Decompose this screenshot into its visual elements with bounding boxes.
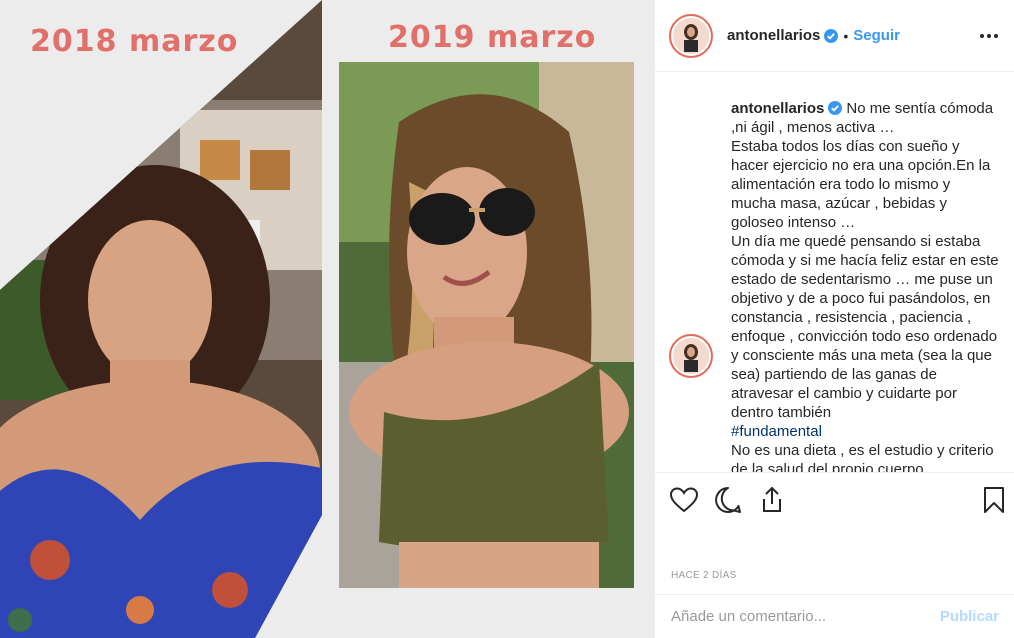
comments-section[interactable]: antonellarios No me sentía cómoda ,ni ági… — [655, 72, 1014, 472]
post-caption: antonellarios No me sentía cómoda ,ni ági… — [731, 99, 999, 472]
verified-badge-icon — [824, 28, 839, 43]
avatar-image — [673, 17, 709, 54]
comment-icon[interactable] — [713, 485, 743, 515]
hashtag-link[interactable]: #fundamental — [731, 423, 822, 440]
caption-avatar-image — [673, 338, 709, 374]
follow-button[interactable]: Seguir — [853, 27, 900, 44]
caption-verified-icon — [828, 101, 843, 115]
photo-2018 — [0, 0, 322, 638]
caption-paragraph-3: Un día me quedé pensando si estaba cómod… — [731, 233, 1003, 421]
action-bar — [655, 472, 1014, 528]
comment-form: Publicar — [655, 594, 1014, 638]
post-media[interactable]: 2018 marzo 2019 marzo — [0, 0, 654, 638]
comment-input[interactable] — [671, 608, 940, 625]
bookmark-icon[interactable] — [979, 485, 1009, 515]
caption-paragraph-4: No es una dieta , es el estudio y criter… — [731, 442, 998, 472]
caption-avatar[interactable] — [669, 334, 713, 378]
photo-2019 — [339, 62, 634, 588]
avatar[interactable] — [669, 13, 713, 58]
label-2019: 2019 marzo — [388, 20, 597, 55]
post-timestamp[interactable]: HACE 2 DÍAS — [671, 570, 737, 581]
share-icon[interactable] — [757, 485, 787, 515]
caption-paragraph-2: Estaba todos los días con sueño y hacer … — [731, 138, 995, 231]
publish-button[interactable]: Publicar — [940, 608, 999, 625]
caption-username[interactable]: antonellarios — [731, 100, 824, 117]
more-options-icon[interactable] — [977, 24, 1001, 48]
label-2018: 2018 marzo — [30, 24, 239, 59]
post-header: antonellarios • Seguir — [655, 0, 1014, 72]
header-username[interactable]: antonellarios — [727, 27, 820, 44]
heart-icon[interactable] — [669, 485, 699, 515]
header-separator: • — [843, 27, 849, 44]
post-sidebar: antonellarios • Seguir antonellarios No m… — [654, 0, 1014, 638]
